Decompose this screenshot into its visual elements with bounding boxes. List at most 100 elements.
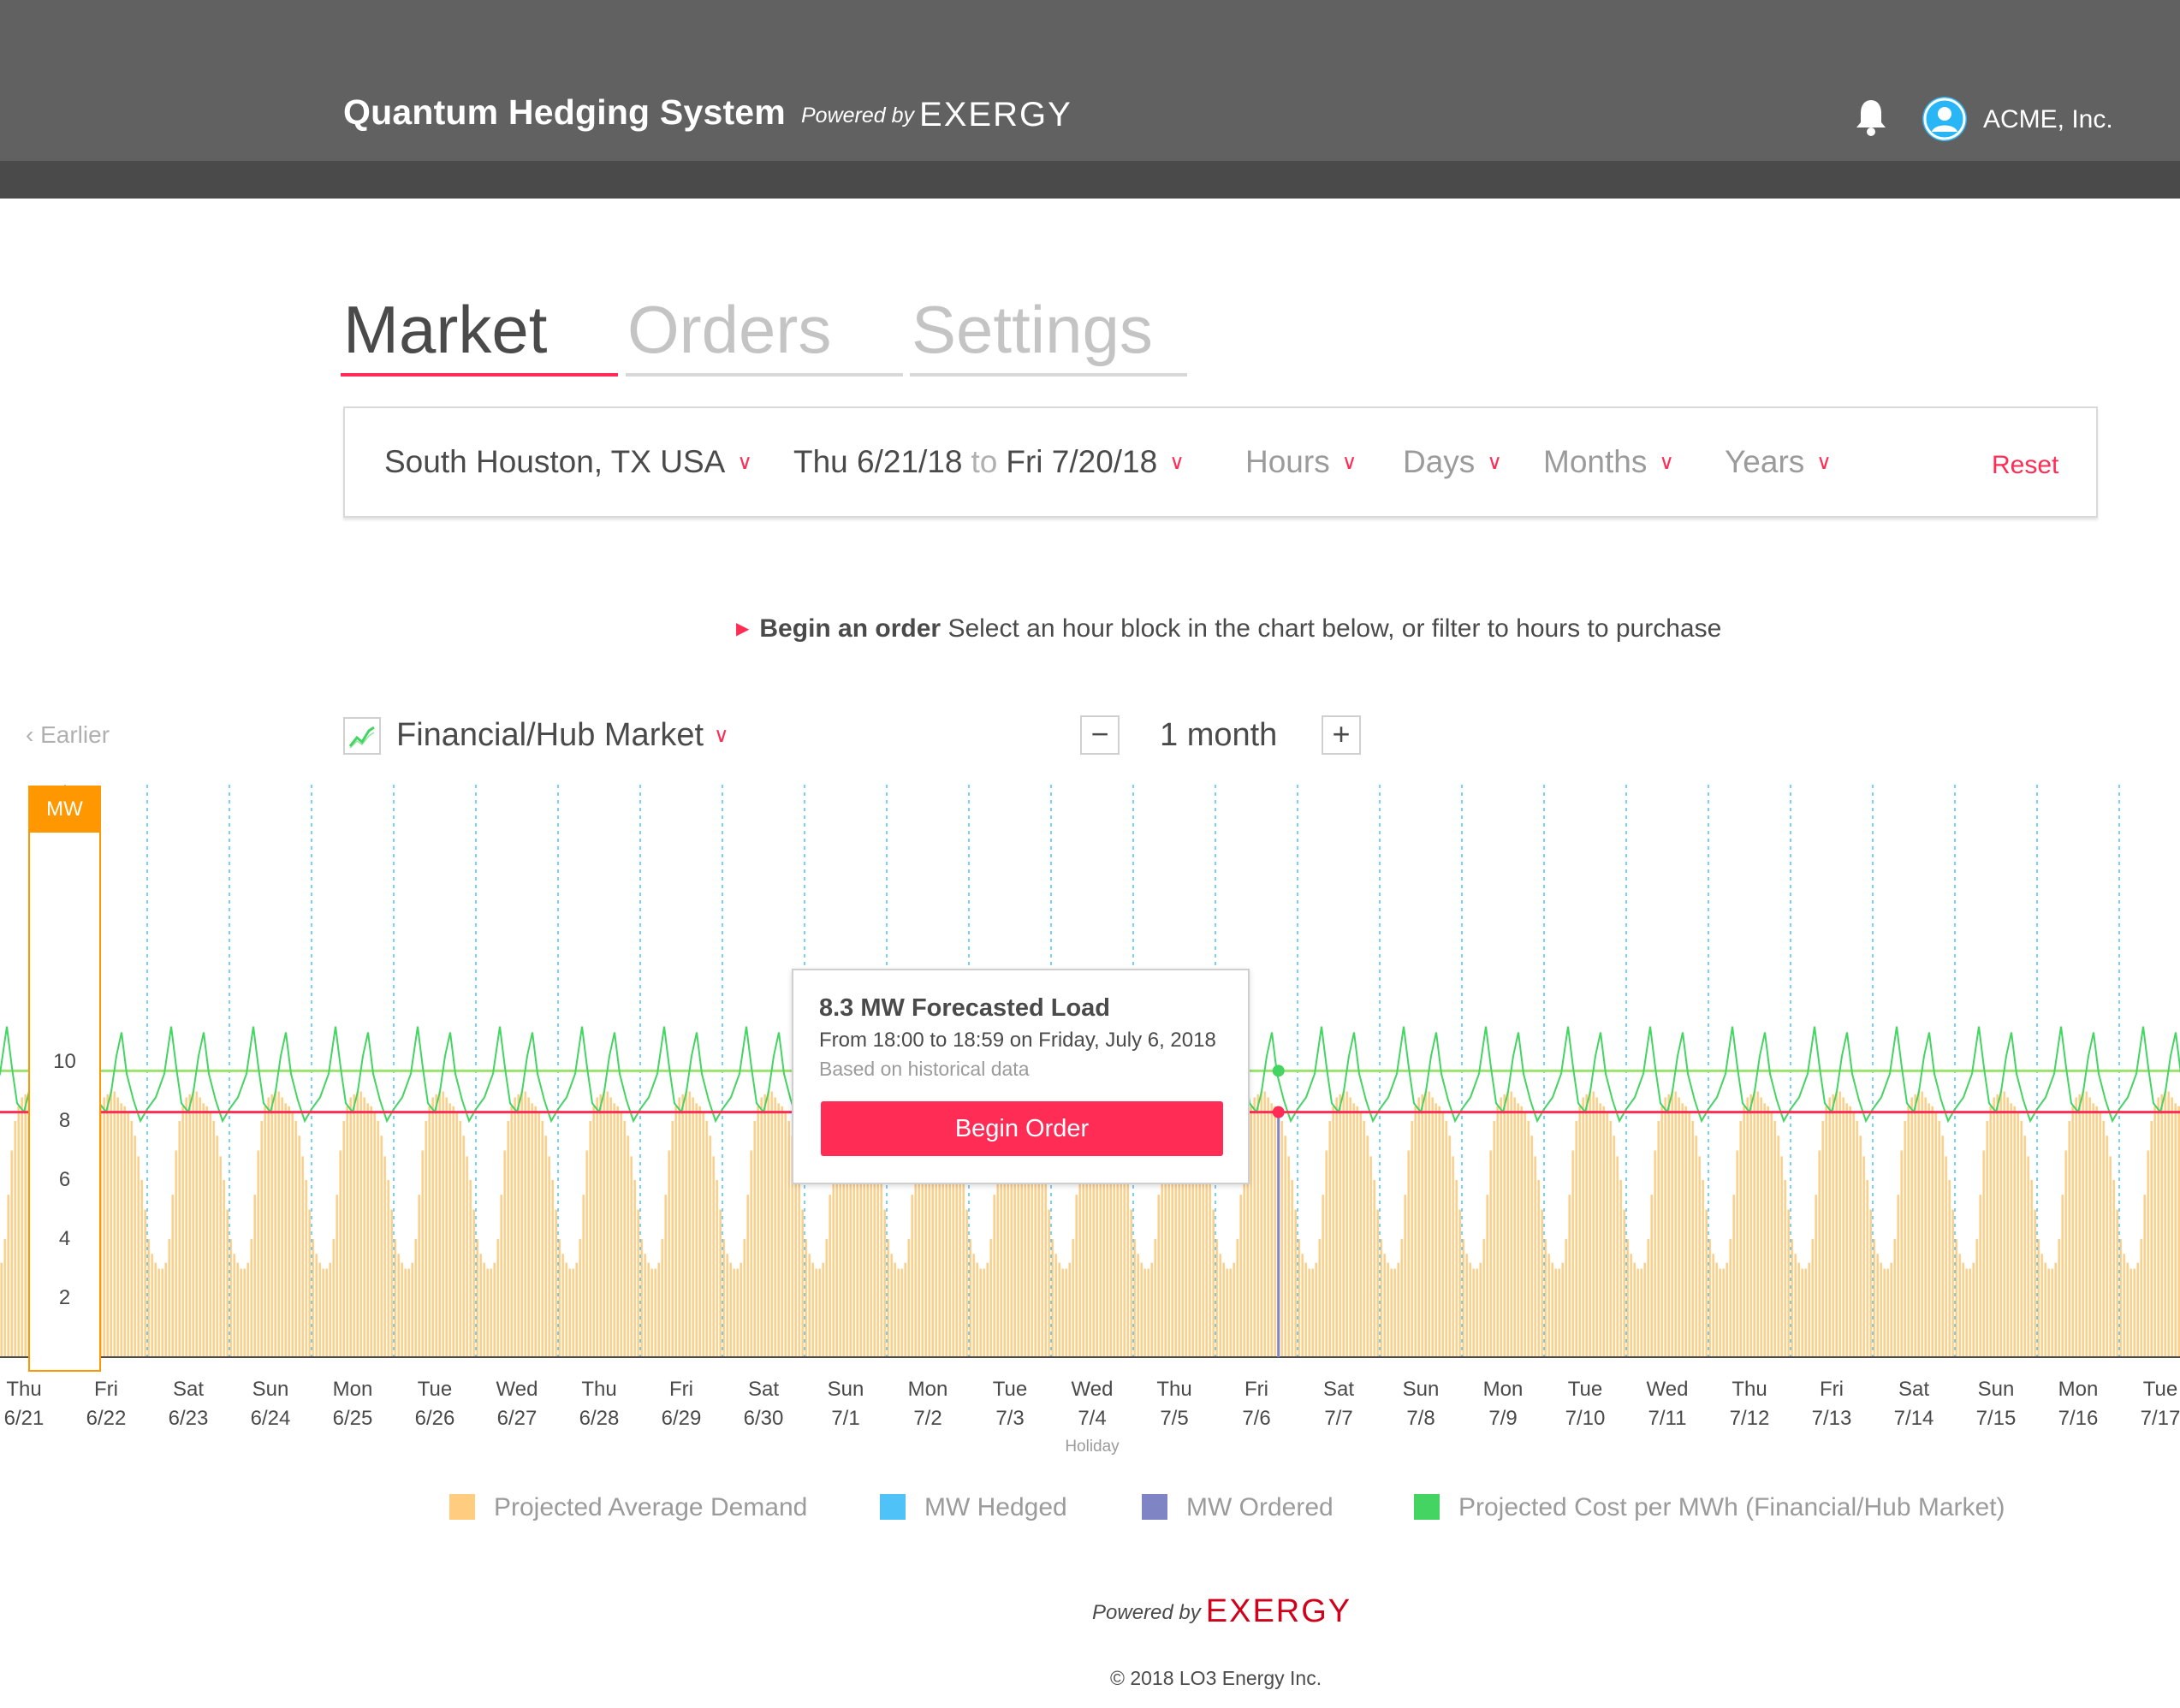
demand-bar <box>2143 1195 2146 1357</box>
demand-bar <box>568 1268 571 1357</box>
years-select[interactable]: Years ∨ <box>1725 444 1832 480</box>
demand-bar <box>202 1103 205 1357</box>
demand-bar <box>144 1209 146 1357</box>
x-tick-day: Sun <box>1978 1378 2015 1401</box>
demand-bar <box>1469 1262 1471 1357</box>
demand-bar <box>1838 1091 1841 1357</box>
demand-bar <box>702 1112 704 1357</box>
demand-bar <box>1989 1106 1992 1357</box>
demand-bar <box>1835 1091 1838 1357</box>
tooltip-title: 8.3 MW Forecasted Load <box>819 994 1111 1022</box>
selection-marker <box>1272 1106 1285 1118</box>
demand-bar <box>2061 1195 2064 1357</box>
years-label: Years <box>1725 444 1805 479</box>
location-select[interactable]: South Houston, TX USA ∨ <box>384 444 752 480</box>
zoom-in-button[interactable]: + <box>1322 715 1361 755</box>
demand-bar <box>418 1195 420 1357</box>
x-tick-date: 6/22 <box>86 1407 127 1430</box>
demand-bar <box>2071 1106 2074 1357</box>
tab-settings[interactable]: Settings <box>912 291 1153 369</box>
demand-bar <box>2099 1112 2101 1357</box>
demand-bar <box>2075 1097 2077 1357</box>
demand-bar <box>2054 1262 2057 1357</box>
demand-bar <box>1431 1097 1434 1357</box>
account-name[interactable]: ACME, Inc. <box>1983 105 2113 134</box>
x-tick-date: 7/8 <box>1406 1407 1435 1430</box>
bell-icon[interactable] <box>1854 98 1888 137</box>
demand-bar <box>209 1112 211 1357</box>
months-select[interactable]: Months ∨ <box>1543 444 1674 480</box>
demand-bar <box>986 1262 989 1357</box>
demand-bar <box>1979 1195 1981 1357</box>
x-tick-date: 7/5 <box>1160 1407 1188 1430</box>
demand-bar <box>1342 1091 1345 1357</box>
demand-bar <box>1524 1112 1526 1357</box>
demand-bar <box>171 1195 174 1357</box>
demand-bar <box>541 1121 544 1357</box>
demand-bar <box>479 1254 482 1357</box>
demand-bar <box>1602 1106 1605 1357</box>
demand-bar <box>1424 1091 1427 1357</box>
demand-bar <box>1667 1094 1670 1357</box>
demand-bar <box>1897 1195 1899 1357</box>
demand-bar <box>965 1209 968 1357</box>
demand-bar <box>1934 1112 1937 1357</box>
demand-bar <box>322 1268 324 1357</box>
demand-bar <box>2010 1103 2012 1357</box>
demand-bar <box>592 1106 595 1357</box>
reset-button[interactable]: Reset <box>1992 451 2058 480</box>
demand-bar <box>2133 1268 2135 1357</box>
demand-bar <box>1914 1094 1916 1357</box>
demand-bar <box>2123 1254 2125 1357</box>
demand-bar <box>1421 1094 1423 1357</box>
market-select[interactable]: Financial/Hub Market ∨ <box>396 717 729 754</box>
legend-label: MW Ordered <box>1186 1493 1334 1521</box>
demand-bar <box>219 1156 222 1357</box>
location-value: South Houston, TX USA <box>384 444 726 479</box>
demand-bar <box>1647 1239 1649 1357</box>
demand-bar <box>103 1097 105 1357</box>
demand-bar <box>650 1268 653 1357</box>
line-chart-icon[interactable] <box>343 717 381 755</box>
demand-bar <box>2058 1239 2060 1357</box>
x-tick-day: Fri <box>94 1378 118 1401</box>
tab-orders[interactable]: Orders <box>627 291 831 369</box>
begin-order-button[interactable]: Begin Order <box>821 1101 1223 1156</box>
demand-bar <box>538 1112 540 1357</box>
demand-bar <box>698 1106 701 1357</box>
demand-bar <box>743 1239 745 1357</box>
demand-bar <box>753 1121 756 1357</box>
demand-bar <box>1671 1091 1673 1357</box>
x-tick-day: Mon <box>333 1378 373 1401</box>
zoom-out-button[interactable]: − <box>1080 715 1120 755</box>
demand-bar <box>7 1195 9 1357</box>
earlier-link[interactable]: ‹ Earlier <box>26 721 110 749</box>
demand-bar <box>1376 1209 1379 1357</box>
demand-bar <box>140 1180 143 1357</box>
demand-bar <box>134 1136 136 1357</box>
demand-bar <box>1849 1106 1851 1357</box>
x-tick-day: Thu <box>1732 1378 1767 1401</box>
hours-select[interactable]: Hours ∨ <box>1245 444 1357 480</box>
user-avatar-icon[interactable] <box>1922 97 1967 141</box>
demand-bar <box>404 1268 407 1357</box>
demand-bar <box>1801 1268 1803 1357</box>
demand-bar <box>1513 1097 1516 1357</box>
days-select[interactable]: Days ∨ <box>1403 444 1502 480</box>
demand-bar <box>315 1254 318 1357</box>
demand-bar <box>517 1094 520 1357</box>
tab-market[interactable]: Market <box>343 291 547 369</box>
tab-orders-underline <box>626 373 903 377</box>
x-tick-date: 7/15 <box>1976 1407 2017 1430</box>
demand-bar <box>825 1239 828 1357</box>
date-range-select[interactable]: Thu 6/21/18 to Fri 7/20/18 ∨ <box>793 444 1185 480</box>
demand-bar <box>2040 1254 2043 1357</box>
x-tick-day: Wed <box>1072 1378 1114 1401</box>
demand-bar <box>462 1136 465 1357</box>
demand-bar <box>2150 1121 2153 1357</box>
demand-bar <box>1387 1262 1389 1357</box>
demand-bar <box>407 1268 410 1357</box>
y-tick-label: 6 <box>58 1168 71 1191</box>
x-tick-date: 6/25 <box>333 1407 373 1430</box>
demand-bar <box>1209 1180 1211 1357</box>
